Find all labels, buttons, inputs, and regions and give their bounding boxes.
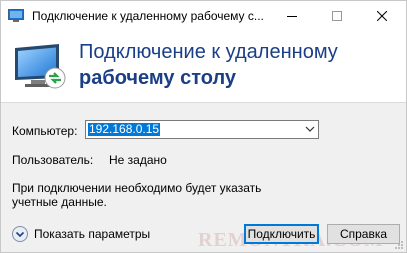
close-button[interactable] bbox=[359, 1, 404, 31]
user-label: Пользователь: bbox=[12, 153, 94, 167]
connect-button[interactable]: Подключить bbox=[244, 224, 319, 244]
computer-label: Компьютер: bbox=[12, 124, 78, 138]
computer-combobox[interactable]: 192.168.0.15 bbox=[85, 120, 319, 139]
credentials-info-text: При подключении необходимо будет указать… bbox=[12, 181, 262, 209]
resize-grip-icon[interactable] bbox=[394, 240, 404, 250]
close-icon bbox=[376, 11, 387, 21]
maximize-button[interactable] bbox=[314, 1, 359, 31]
minimize-icon bbox=[286, 16, 297, 17]
computer-input-value[interactable]: 192.168.0.15 bbox=[88, 123, 161, 136]
minimize-button[interactable] bbox=[269, 1, 314, 31]
maximize-icon bbox=[331, 11, 342, 21]
remote-desktop-icon bbox=[15, 44, 66, 89]
rdp-window: Подключение к удаленному рабочему с... П… bbox=[0, 0, 407, 253]
chevron-down-icon[interactable] bbox=[305, 126, 315, 133]
help-button[interactable]: Справка bbox=[327, 224, 400, 244]
header-title-line2: рабочему столу bbox=[79, 67, 237, 89]
window-title: Подключение к удаленному рабочему с... bbox=[32, 9, 264, 23]
header-banner: Подключение к удаленному рабочему столу bbox=[1, 31, 406, 103]
title-bar[interactable]: Подключение к удаленному рабочему с... bbox=[1, 1, 406, 31]
user-value: Не задано bbox=[109, 153, 167, 167]
header-title-line1: Подключение к удаленному bbox=[79, 41, 338, 63]
show-options-toggle[interactable]: Показать параметры bbox=[12, 226, 150, 242]
show-options-label[interactable]: Показать параметры bbox=[34, 227, 150, 241]
remote-desktop-app-icon bbox=[8, 9, 24, 22]
expand-circle-icon[interactable] bbox=[12, 226, 28, 242]
